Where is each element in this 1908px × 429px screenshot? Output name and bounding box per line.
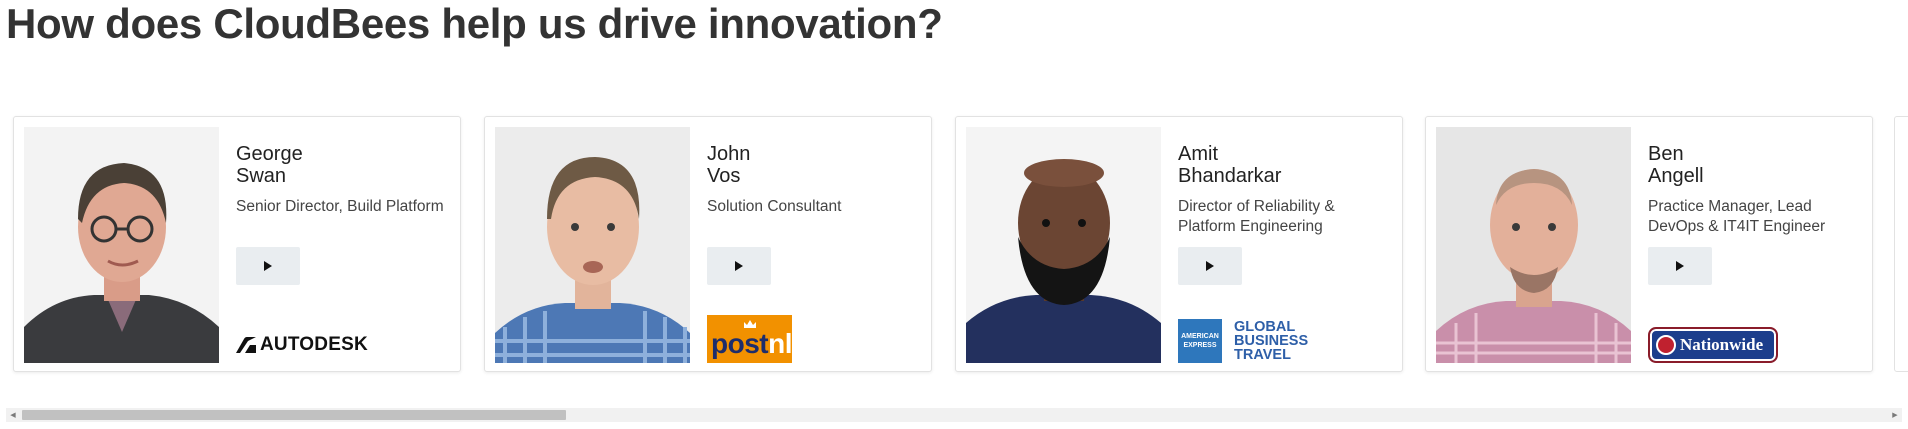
amex-badge-icon: AMERICAN EXPRESS — [1178, 319, 1222, 363]
horizontal-scrollbar[interactable]: ◀ ▶ — [6, 408, 1902, 422]
page: How does CloudBees help us drive innovat… — [0, 0, 1908, 429]
speaker-role: Senior Director, Build Platform — [236, 198, 444, 215]
play-icon — [264, 261, 272, 271]
company-logo-nationwide: Nationwide — [1648, 327, 1778, 363]
company-name: postnl — [711, 328, 792, 359]
speaker-first-name: Amit — [1178, 143, 1218, 165]
speaker-photo — [24, 127, 219, 363]
scroll-left-arrow-icon[interactable]: ◀ — [6, 408, 20, 422]
speaker-first-name: John — [707, 143, 751, 165]
play-video-button[interactable] — [707, 247, 771, 285]
play-video-button[interactable] — [1178, 247, 1242, 285]
speaker-name: John Vos — [707, 143, 907, 187]
company-logo-postnl: postnl — [707, 315, 792, 363]
speaker-role: Director of Reliability & Platform Engin… — [1178, 198, 1335, 235]
speaker-last-name: Bhandarkar — [1178, 165, 1282, 187]
nationwide-emblem-icon — [1656, 335, 1676, 355]
speaker-last-name: Angell — [1648, 165, 1704, 187]
company-name: AUTODESK — [260, 334, 368, 355]
play-icon — [1676, 261, 1684, 271]
company-logo-amex-gbt: AMERICAN EXPRESS GLOBAL BUSINESS TRAVEL — [1178, 319, 1308, 363]
company-name: Nationwide — [1680, 335, 1764, 354]
speaker-name: George Swan — [236, 143, 436, 187]
testimonial-card[interactable]: Amit Bhandarkar Director of Reliability … — [955, 116, 1403, 372]
speaker-last-name: Vos — [707, 165, 741, 187]
testimonial-card[interactable]: George Swan Senior Director, Build Platf… — [13, 116, 461, 372]
company-name: GLOBAL BUSINESS TRAVEL — [1234, 319, 1309, 363]
play-video-button[interactable] — [1648, 247, 1712, 285]
speaker-photo — [1436, 127, 1631, 363]
section-heading: How does CloudBees help us drive innovat… — [6, 0, 943, 47]
speaker-name: Amit Bhandarkar — [1178, 143, 1378, 187]
play-video-button[interactable] — [236, 247, 300, 285]
speaker-name: Ben Angell — [1648, 143, 1848, 187]
speaker-role: Solution Consultant — [707, 198, 842, 215]
testimonial-card[interactable]: John Vos Solution Consultant postnl — [484, 116, 932, 372]
scroll-right-arrow-icon[interactable]: ▶ — [1888, 408, 1902, 422]
speaker-first-name: Ben — [1648, 143, 1684, 165]
autodesk-mark-icon — [236, 337, 256, 353]
speaker-photo — [495, 127, 690, 363]
play-icon — [1206, 261, 1214, 271]
next-card-peek[interactable] — [1894, 116, 1908, 372]
speaker-last-name: Swan — [236, 165, 287, 187]
speaker-role: Practice Manager, Lead DevOps & IT4IT En… — [1648, 198, 1826, 235]
testimonial-card[interactable]: Ben Angell Practice Manager, Lead DevOps… — [1425, 116, 1873, 372]
speaker-first-name: George — [236, 143, 303, 165]
speaker-photo — [966, 127, 1161, 363]
scrollbar-thumb[interactable] — [22, 410, 566, 420]
testimonial-carousel[interactable]: George Swan Senior Director, Build Platf… — [0, 112, 1908, 380]
company-logo-autodesk: AUTODESK — [236, 333, 368, 357]
play-icon — [735, 261, 743, 271]
